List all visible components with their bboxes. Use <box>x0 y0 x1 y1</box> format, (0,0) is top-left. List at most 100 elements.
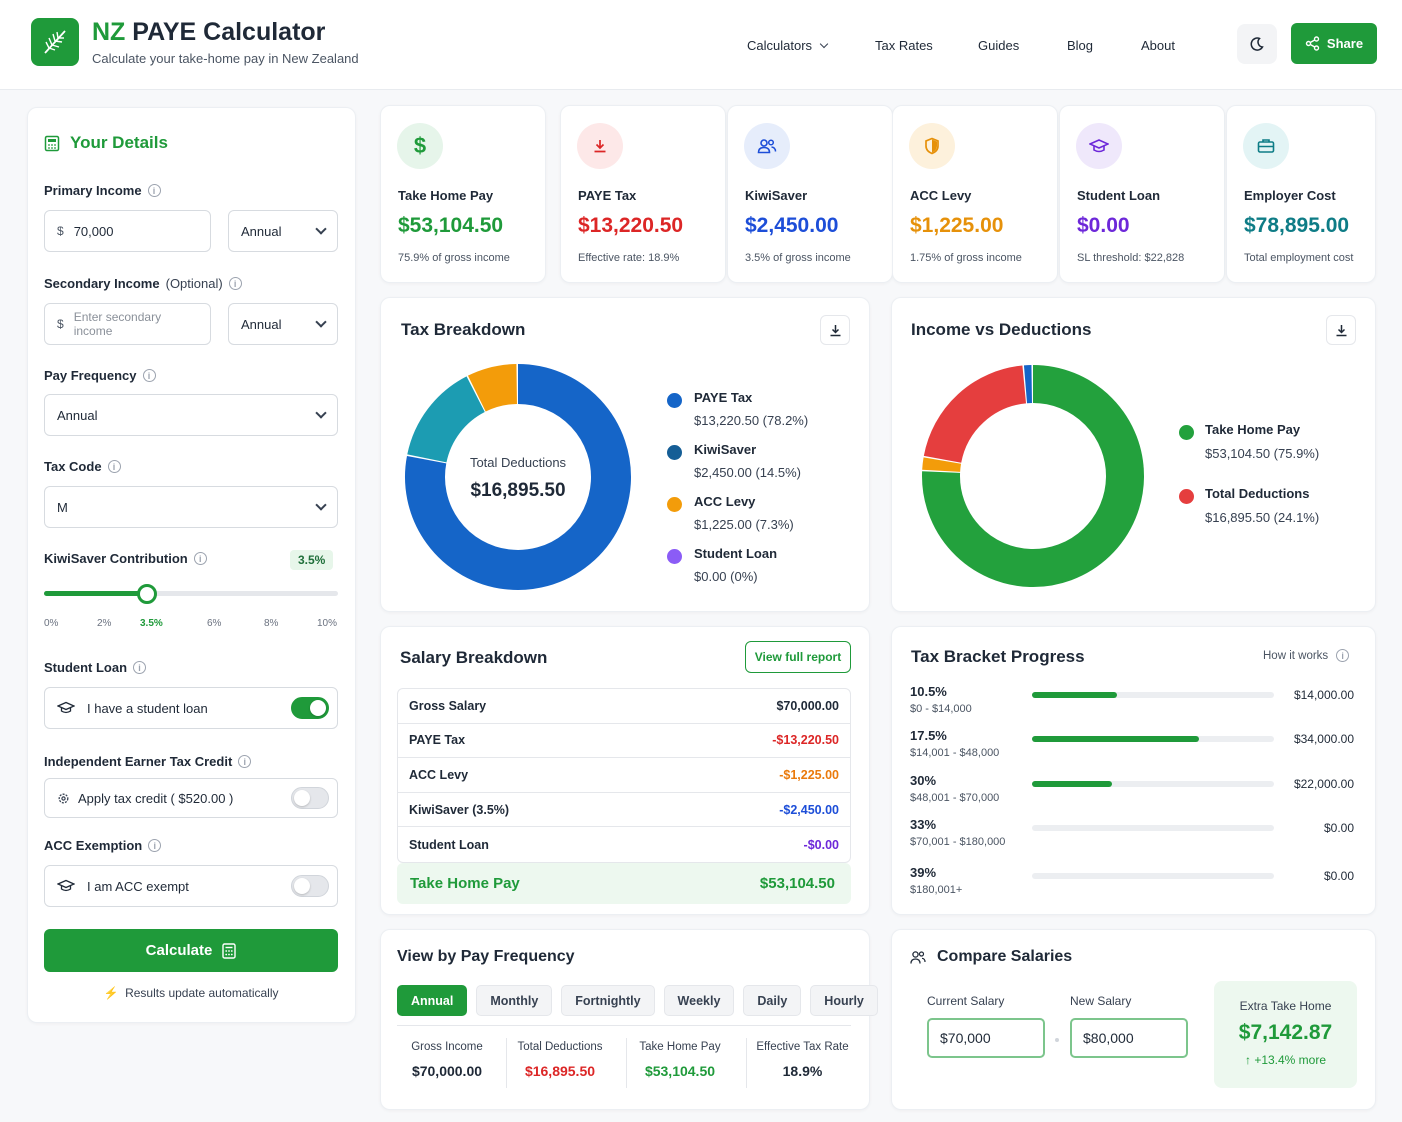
row-label: ACC Levy <box>409 767 469 782</box>
primary-income-input[interactable]: $70,000 <box>44 210 211 252</box>
summary-value: $16,895.50 <box>524 1063 596 1079</box>
info-icon[interactable]: i <box>147 184 161 197</box>
info-icon[interactable]: i <box>148 839 162 852</box>
kiwisaver-label-text: KiwiSaver Contribution <box>44 551 188 566</box>
nav-guides[interactable]: Guides <box>978 38 1019 53</box>
income-vs-deductions-title: Income vs Deductions <box>911 320 1092 339</box>
calculate-button[interactable]: Calculate <box>44 929 338 972</box>
nav-about[interactable]: About <box>1141 38 1175 53</box>
tax-code-select[interactable]: M <box>44 486 338 528</box>
nav-tax-rates[interactable]: Tax Rates <box>875 38 933 53</box>
ietc-toggle[interactable] <box>291 787 329 809</box>
nav-calculators-label: Calculators <box>747 38 813 53</box>
extra-take-home-label: Extra Take Home <box>1239 999 1332 1013</box>
donut-segment <box>467 364 518 412</box>
graduation-cap-icon <box>1076 123 1122 169</box>
income-deductions-donut <box>922 365 1144 587</box>
tab-hourly[interactable]: Hourly <box>810 985 878 1016</box>
view-full-report-button[interactable]: View full report <box>745 641 851 673</box>
bracket-progress-fill <box>1032 736 1199 742</box>
divider <box>746 1038 747 1088</box>
how-it-works-link[interactable]: How it works i <box>1263 649 1350 662</box>
bracket-progress-bar <box>1032 736 1274 742</box>
chevron-down-icon <box>315 499 327 511</box>
tab-monthly[interactable]: Monthly <box>476 985 553 1016</box>
summary-label: Effective Tax Rate <box>756 1041 849 1053</box>
legend-name: Student Loan <box>694 546 778 561</box>
primary-income-label: Primary Income i <box>44 183 161 198</box>
info-icon[interactable]: i <box>193 552 207 565</box>
stat-label: Student Loan <box>1077 188 1161 203</box>
donut-segment <box>922 457 962 473</box>
tab-fortnightly[interactable]: Fortnightly <box>561 985 655 1016</box>
current-salary-input[interactable]: $70,000 <box>927 1018 1045 1058</box>
summary-label: Total Deductions <box>517 1041 603 1053</box>
frequency-summary-col: Effective Tax Rate 18.9% <box>750 1041 855 1079</box>
summary-value: 18.9% <box>782 1063 823 1079</box>
donut-center-label: Total Deductions <box>469 455 567 470</box>
download-button[interactable] <box>1326 315 1356 345</box>
acc-exemption-label: ACC Exemption i <box>44 838 162 853</box>
kiwisaver-slider-track[interactable] <box>44 591 338 596</box>
bracket-rate: 39% <box>910 865 937 880</box>
tax-breakdown-donut <box>405 364 631 590</box>
stat-value: $0.00 <box>1077 214 1130 237</box>
tab-daily[interactable]: Daily <box>743 985 802 1016</box>
acc-exempt-toggle[interactable] <box>291 875 329 897</box>
app-title-rest: PAYE Calculator <box>132 18 326 46</box>
gear-icon <box>58 793 69 803</box>
info-icon[interactable]: i <box>107 460 121 473</box>
info-icon[interactable]: i <box>238 755 252 768</box>
share-button[interactable]: Share <box>1291 23 1377 64</box>
summary-label: Take Home Pay <box>639 1041 721 1053</box>
row-label: PAYE Tax <box>409 733 466 748</box>
nav-calculators[interactable]: Calculators <box>747 38 829 53</box>
dark-mode-toggle[interactable] <box>1237 24 1277 64</box>
legend-value: $53,104.50 (75.9%) <box>1205 446 1320 461</box>
row-value: -$13,220.50 <box>772 733 839 748</box>
secondary-period-select[interactable]: Annual <box>228 303 338 345</box>
slider-tick: 0% <box>44 618 59 629</box>
secondary-income-input[interactable]: $ Enter secondary income <box>44 303 211 345</box>
row-label: Gross Salary <box>409 698 487 713</box>
auto-update-text: Results update automatically <box>125 986 279 1000</box>
tab-weekly[interactable]: Weekly <box>663 985 735 1016</box>
row-value: $70,000.00 <box>776 698 839 713</box>
details-title: Your Details <box>44 133 168 153</box>
stat-value: $13,220.50 <box>578 214 684 237</box>
frequency-tabs: Annual Monthly Fortnightly Weekly Daily Hourl… <box>397 985 878 1016</box>
legend-value: $2,450.00 (14.5%) <box>694 465 801 480</box>
acc-exempt-text: I am ACC exempt <box>87 878 189 894</box>
fern-logo-icon[interactable] <box>31 18 79 66</box>
pay-frequency-label-text: Pay Frequency <box>44 368 137 383</box>
summary-value: $53,104.50 <box>644 1063 716 1079</box>
details-title-text: Your Details <box>70 133 168 152</box>
bracket-progress-fill <box>1032 692 1117 698</box>
summary-value: $70,000.00 <box>411 1063 483 1079</box>
pay-frequency-label: Pay Frequency i <box>44 368 156 383</box>
tax-code-value: M <box>57 499 68 515</box>
slider-tick: 2% <box>97 618 112 629</box>
graduation-cap-icon <box>57 879 75 892</box>
legend-dot <box>667 549 682 564</box>
donut-segment <box>407 376 486 464</box>
info-icon[interactable]: i <box>228 277 242 290</box>
app-header: NZ PAYE Calculator Calculate your take-h… <box>0 0 1402 90</box>
download-button[interactable] <box>820 315 850 345</box>
nav-blog[interactable]: Blog <box>1067 38 1093 53</box>
info-icon[interactable]: i <box>133 661 147 674</box>
pay-frequency-select[interactable]: Annual <box>44 394 338 436</box>
legend-name: Total Deductions <box>1205 486 1310 501</box>
frequency-summary-col: Total Deductions $16,895.50 <box>510 1041 610 1079</box>
student-loan-toggle[interactable] <box>291 697 329 719</box>
calculator-icon <box>44 135 60 151</box>
arrow-up-icon: ↑ <box>1244 1053 1251 1067</box>
info-icon[interactable]: i <box>142 369 156 382</box>
new-salary-input[interactable]: $80,000 <box>1070 1018 1188 1058</box>
app-subtitle: Calculate your take-home pay in New Zeal… <box>92 51 359 66</box>
ietc-label: Independent Earner Tax Credit i <box>44 754 252 769</box>
tab-annual[interactable]: Annual <box>397 985 468 1016</box>
primary-period-select[interactable]: Annual <box>228 210 338 252</box>
kiwisaver-slider-handle[interactable] <box>136 584 157 604</box>
share-icon <box>1305 36 1320 51</box>
